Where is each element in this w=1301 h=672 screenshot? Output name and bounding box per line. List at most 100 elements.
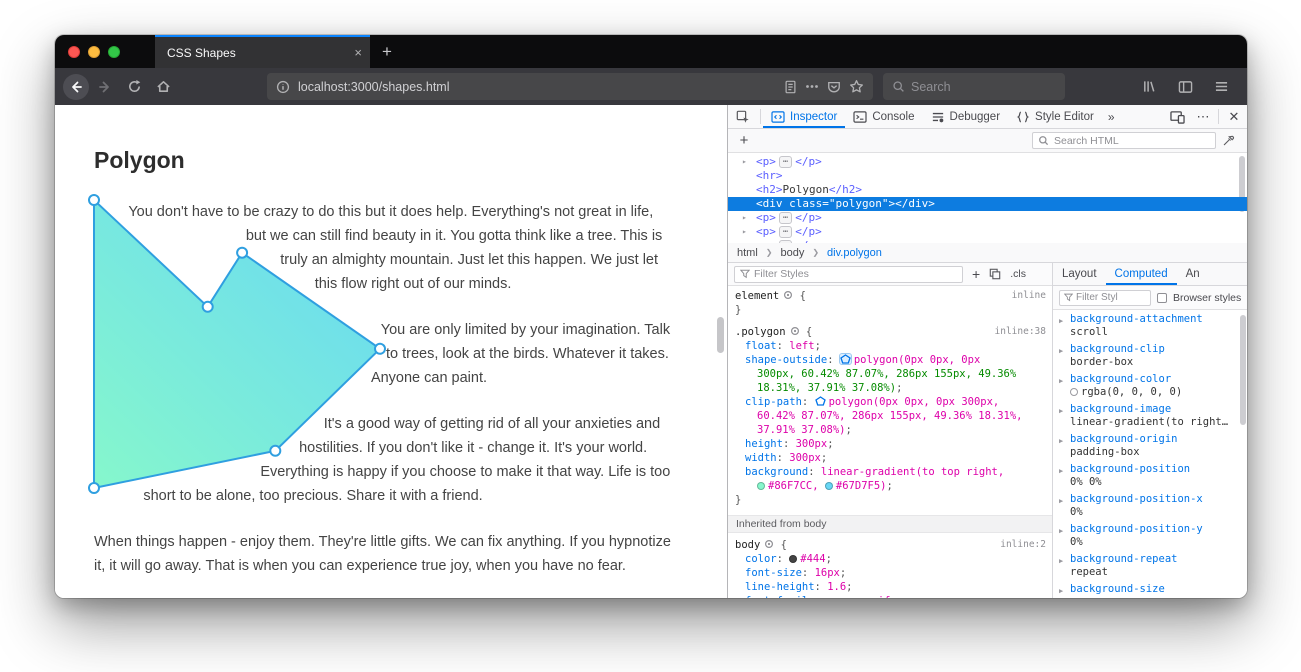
property-value[interactable]: 300px, 60.42% 87.07%, 286px 155px, 49.36…: [757, 368, 1016, 380]
property-name[interactable]: width: [745, 452, 777, 464]
expander-icon[interactable]: ▶: [1059, 435, 1063, 448]
property-name[interactable]: height: [745, 438, 783, 450]
selector-highlighter-icon[interactable]: [764, 539, 774, 549]
css-declaration[interactable]: height: 300px;: [735, 437, 1046, 451]
tab-close-icon[interactable]: ×: [354, 46, 362, 59]
expander-icon[interactable]: ▶: [1059, 405, 1063, 418]
rule-source-link[interactable]: inline: [1012, 289, 1046, 303]
markup-node[interactable]: <hr>: [728, 169, 1247, 183]
computed-property[interactable]: ▶ background-origin padding-box: [1053, 432, 1247, 462]
property-value[interactable]: 300px: [796, 438, 828, 450]
property-name[interactable]: color: [745, 553, 777, 565]
url-text[interactable]: localhost:3000/shapes.html: [298, 80, 776, 94]
computed-property[interactable]: ▶ background-repeat repeat: [1053, 552, 1247, 582]
breadcrumb-item[interactable]: body: [780, 247, 804, 259]
minimize-window-button[interactable]: [88, 45, 100, 58]
computed-property[interactable]: ▶ background-image linear-gradient(to righ…: [1053, 402, 1247, 432]
computed-property[interactable]: ▶ background-position 0% 0%: [1053, 462, 1247, 492]
computed-property-name[interactable]: background-position-y: [1070, 523, 1203, 535]
home-button[interactable]: [150, 74, 176, 100]
property-value[interactable]: 16px: [815, 567, 840, 579]
pick-element-button[interactable]: [728, 105, 758, 128]
css-declaration[interactable]: font-size: 16px;: [735, 566, 1046, 580]
css-declaration[interactable]: float: left;: [735, 339, 1046, 353]
rule-source-link[interactable]: inline:2: [1000, 538, 1046, 552]
collapsed-content-pill[interactable]: ⋯: [778, 156, 793, 168]
search-bar[interactable]: Search: [883, 73, 1065, 100]
property-value[interactable]: linear-gradient(to top right,: [821, 466, 1004, 478]
selector-highlighter-icon[interactable]: [783, 290, 793, 300]
back-button[interactable]: [63, 73, 89, 100]
computed-property-name[interactable]: background-size: [1070, 583, 1165, 595]
devtools-tab-console[interactable]: Console: [845, 105, 922, 128]
property-value[interactable]: #86F7CC,: [768, 480, 819, 492]
browser-tab[interactable]: CSS Shapes ×: [155, 35, 370, 68]
property-value[interactable]: 1.6: [827, 581, 846, 593]
css-declaration[interactable]: shape-outside: polygon(0px 0px, 0px 300px…: [735, 353, 1046, 395]
property-value[interactable]: #444: [800, 553, 825, 565]
markup-node[interactable]: ▸<p>⋯</p>: [728, 239, 1247, 243]
rule-selector[interactable]: element: [735, 290, 779, 302]
expander-icon[interactable]: ▶: [1059, 495, 1063, 508]
more-tools-chevron[interactable]: »: [1102, 105, 1121, 128]
computed-property-name[interactable]: background-attachment: [1070, 313, 1203, 325]
color-swatch[interactable]: [757, 482, 765, 490]
rule-selector[interactable]: body: [735, 539, 760, 551]
markup-node[interactable]: <h2>Polygon</h2>: [728, 183, 1247, 197]
computed-property[interactable]: ▶ background-color rgba(0, 0, 0, 0): [1053, 372, 1247, 402]
computed-property-name[interactable]: background-position-x: [1070, 493, 1203, 505]
site-info-icon[interactable]: [276, 80, 290, 94]
page-actions-icon[interactable]: [805, 84, 819, 89]
css-declaration[interactable]: font-family: sans-serif;: [735, 594, 1046, 598]
toggle-pseudo-classes-icon[interactable]: [989, 268, 1001, 280]
forward-button[interactable]: [92, 74, 118, 100]
close-window-button[interactable]: [68, 45, 80, 58]
property-value[interactable]: sans-serif: [827, 595, 890, 598]
reader-mode-icon[interactable]: [784, 80, 797, 94]
zoom-window-button[interactable]: [108, 45, 120, 58]
property-value[interactable]: 300px: [789, 452, 821, 464]
markup-node[interactable]: <div class="polygon"></div>: [728, 197, 1247, 211]
property-name[interactable]: clip-path: [745, 396, 802, 408]
collapsed-content-pill[interactable]: ⋯: [778, 212, 793, 224]
url-bar[interactable]: localhost:3000/shapes.html: [267, 73, 873, 100]
markup-node[interactable]: ▸<p>⋯</p>: [728, 211, 1247, 225]
collapsed-content-pill[interactable]: ⋯: [778, 240, 793, 243]
computed-property-name[interactable]: background-repeat: [1070, 553, 1177, 565]
sidebar-tab-an[interactable]: An: [1177, 263, 1209, 285]
add-rule-button[interactable]: +: [972, 267, 980, 281]
add-node-button[interactable]: +: [735, 132, 753, 149]
property-value[interactable]: polygon(0px 0px, 0px 300px,: [829, 396, 1000, 408]
expander-icon[interactable]: ▶: [1059, 465, 1063, 478]
browser-styles-checkbox[interactable]: [1157, 292, 1167, 303]
shape-editor-toggle-icon[interactable]: [838, 353, 852, 365]
markup-node[interactable]: ▸<p>⋯</p>: [728, 225, 1247, 239]
markup-node[interactable]: ▸<p>⋯</p>: [728, 155, 1247, 169]
bookmark-star-icon[interactable]: [849, 79, 864, 94]
property-name[interactable]: float: [745, 340, 777, 352]
property-value[interactable]: #67D7F5): [836, 480, 887, 492]
expander-icon[interactable]: ▶: [1059, 525, 1063, 538]
property-value[interactable]: 60.42% 87.07%, 286px 155px, 49.36% 18.31…: [757, 410, 1023, 422]
expander-icon[interactable]: ▸: [742, 155, 747, 169]
computed-property-name[interactable]: background-color: [1070, 373, 1171, 385]
expander-icon[interactable]: ▶: [1059, 555, 1063, 568]
pocket-icon[interactable]: [827, 80, 841, 94]
expander-icon[interactable]: ▸: [742, 239, 747, 243]
selector-highlighter-icon[interactable]: [790, 326, 800, 336]
library-button[interactable]: [1136, 74, 1162, 100]
property-name[interactable]: shape-outside: [745, 354, 827, 366]
rule-source-link[interactable]: inline:38: [995, 325, 1046, 339]
property-value[interactable]: left: [789, 340, 814, 352]
property-value[interactable]: polygon(0px 0px, 0px: [854, 354, 980, 366]
property-value[interactable]: 18.31%, 37.91% 37.08%): [757, 382, 896, 394]
add-class-button[interactable]: .cls: [1010, 268, 1026, 280]
property-name[interactable]: background: [745, 466, 808, 478]
eyedropper-button[interactable]: [1216, 134, 1240, 147]
computed-property-name[interactable]: background-position: [1070, 463, 1190, 475]
new-tab-button[interactable]: +: [370, 35, 404, 68]
computed-scrollbar-thumb[interactable]: [1240, 315, 1246, 425]
css-declaration[interactable]: background: linear-gradient(to top right…: [735, 465, 1046, 493]
expander-icon[interactable]: ▶: [1059, 345, 1063, 358]
property-name[interactable]: font-size: [745, 567, 802, 579]
